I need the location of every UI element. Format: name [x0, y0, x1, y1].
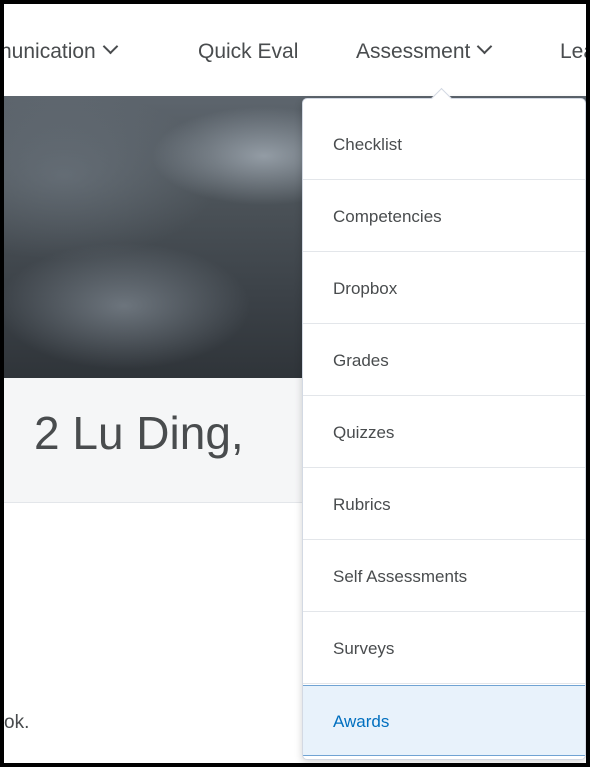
menu-item-surveys[interactable]: Surveys: [303, 613, 585, 684]
body-text-fragment: ok.: [4, 712, 30, 733]
menu-item-rubrics[interactable]: Rubrics: [303, 469, 585, 540]
nav-item-learning[interactable]: Lea: [560, 40, 586, 64]
page-title: 2 Lu Ding,: [34, 407, 244, 459]
menu-item-dropbox[interactable]: Dropbox: [303, 253, 585, 324]
nav-item-label: Lea: [560, 40, 586, 63]
nav-item-assessment[interactable]: Assessment: [356, 38, 493, 64]
menu-item-self-assessments[interactable]: Self Assessments: [303, 541, 585, 612]
menu-item-checklist[interactable]: Checklist: [303, 109, 585, 180]
chevron-down-icon: [477, 38, 493, 55]
assessment-dropdown-menu: Checklist Competencies Dropbox Grades Qu…: [302, 98, 586, 760]
menu-item-awards[interactable]: Awards: [303, 685, 585, 756]
app-frame: nunication Quick Eval Assessment Lea 2 L…: [4, 4, 586, 763]
top-navigation-bar: nunication Quick Eval Assessment Lea: [4, 4, 586, 97]
nav-item-quick-eval[interactable]: Quick Eval: [198, 40, 298, 64]
chevron-down-icon: [102, 38, 119, 55]
nav-item-label: Quick Eval: [198, 40, 299, 63]
menu-item-competencies[interactable]: Competencies: [303, 181, 585, 252]
menu-item-grades[interactable]: Grades: [303, 325, 585, 396]
nav-item-label: Assessment: [356, 40, 471, 63]
nav-item-label: nunication: [4, 40, 96, 63]
nav-item-communication[interactable]: nunication: [4, 38, 119, 64]
menu-item-quizzes[interactable]: Quizzes: [303, 397, 585, 468]
